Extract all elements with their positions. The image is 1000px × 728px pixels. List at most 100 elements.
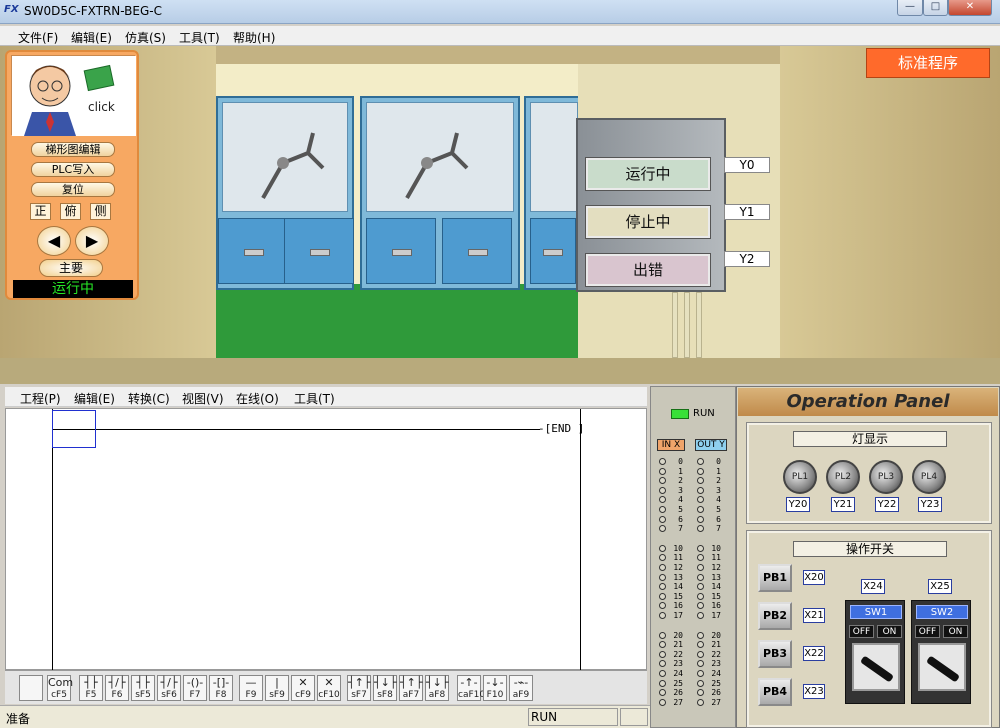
menu-help[interactable]: 帮助(H) [233, 29, 275, 46]
toolbar-key: cF10 [318, 690, 340, 700]
pushbutton-pb2[interactable]: PB2 [758, 602, 792, 630]
toolbar-button-cf10[interactable]: ✕ cF10 [317, 675, 341, 701]
front-view-button[interactable]: 正 [30, 203, 51, 220]
next-arrow-icon[interactable]: ▶ [75, 226, 109, 256]
sw2-on[interactable]: ON [943, 625, 968, 638]
input-led [659, 486, 666, 494]
output-led [697, 641, 704, 649]
output-led [697, 698, 704, 706]
sw2-input-x25: X25 [928, 579, 952, 594]
sw1-on[interactable]: ON [877, 625, 902, 638]
input-led [659, 525, 666, 533]
toolbar-button-af7[interactable]: ┤↑├ aF7 [399, 675, 423, 701]
output-number: 22 [711, 649, 721, 659]
selector-switch-2[interactable]: SW2 OFF ON [911, 600, 971, 704]
pushbutton-pb3[interactable]: PB3 [758, 640, 792, 668]
status-panel-box: 运行中 停止中 出错 [576, 118, 726, 292]
ladder-menu-tools[interactable]: 工具(T) [294, 390, 335, 407]
toolbar-button-f5[interactable]: ┤├ F5 [79, 675, 103, 701]
toolbar-button-sf8[interactable]: ┤↓├ sF8 [373, 675, 397, 701]
io-row: 26 26 [651, 688, 737, 698]
minimize-button[interactable]: — [897, 0, 923, 16]
menu-tools[interactable]: 工具(T) [179, 29, 220, 46]
ladder-menu-online[interactable]: 在线(O) [236, 390, 279, 407]
toolbar-button-cf9[interactable]: ✕ cF9 [291, 675, 315, 701]
output-number: 21 [711, 640, 721, 650]
output-led [697, 650, 704, 658]
output-number: 5 [716, 505, 721, 514]
toolbar-symbol: ✕ [324, 676, 334, 689]
sw1-knob-icon[interactable] [852, 643, 900, 691]
toolbar-key: cF9 [295, 690, 311, 700]
output-led [697, 496, 704, 504]
output-led [697, 506, 704, 513]
toolbar-button-sf5[interactable]: ┤├ sF5 [131, 675, 155, 701]
toolbar-button-sf7[interactable]: ┤↑├ sF7 [347, 675, 371, 701]
toolbar-button-f8[interactable]: -[]- F8 [209, 675, 233, 701]
menu-edit[interactable]: 编辑(E) [71, 29, 112, 46]
toolbar-symbol: | [275, 676, 279, 689]
ladder-edit-button[interactable]: 梯形图编辑 [31, 142, 115, 157]
sw2-knob-icon[interactable] [918, 643, 966, 691]
top-view-button[interactable]: 俯 [60, 203, 81, 220]
output-number: 11 [711, 553, 721, 563]
standard-program-button[interactable]: 标准程序 [866, 48, 990, 78]
toolbar-button-cf5[interactable]: Com cF5 [47, 675, 73, 701]
toolbar-key: sF6 [161, 690, 177, 700]
toolbar-button-empty[interactable] [19, 675, 43, 701]
teacher-avatar[interactable]: click [11, 55, 136, 136]
cabinet [284, 218, 354, 284]
input-number: 27 [673, 697, 683, 707]
ladder-menu-edit[interactable]: 编辑(E) [74, 390, 115, 407]
input-led [659, 496, 666, 504]
ladder-menu-convert[interactable]: 转换(C) [128, 390, 170, 407]
output-number: 25 [711, 678, 721, 688]
plc-write-button[interactable]: PLC写入 [31, 162, 115, 177]
menu-file[interactable]: 文件(F) [18, 29, 58, 46]
menu-simulate[interactable]: 仿真(S) [125, 29, 166, 46]
selector-switch-1[interactable]: SW1 OFF ON [845, 600, 905, 704]
io-row: 11 [651, 467, 737, 477]
pilot-lamp-3: PL3 [869, 460, 903, 494]
input-number: 12 [673, 563, 683, 572]
ladder-editor[interactable]: -[END ] [5, 408, 647, 671]
ladder-menu-view[interactable]: 视图(V) [182, 390, 224, 407]
toolbar-button-f7[interactable]: -()- F7 [183, 675, 207, 701]
toolbar-symbol: -↑- [460, 676, 478, 689]
sw1-off[interactable]: OFF [849, 625, 874, 638]
toolbar-button-f9[interactable]: — F9 [239, 675, 263, 701]
maximize-button[interactable]: □ [923, 0, 948, 16]
status-mode: RUN [531, 710, 558, 724]
main-button[interactable]: 主要 [39, 259, 103, 277]
output-number: 1 [716, 466, 721, 476]
side-view-button[interactable]: 侧 [90, 203, 111, 220]
toolbar-button-sf9[interactable]: | sF9 [265, 675, 289, 701]
output-number: 2 [716, 476, 721, 486]
pushbutton-pb1[interactable]: PB1 [758, 564, 792, 592]
close-button[interactable]: ✕ [948, 0, 992, 16]
pilot-lamp-4: PL4 [912, 460, 946, 494]
toolbar-button-af8[interactable]: ┤↓├ aF8 [425, 675, 449, 701]
prev-arrow-icon[interactable]: ◀ [37, 226, 71, 256]
robot-arm-icon [261, 132, 325, 199]
output-number: 20 [711, 630, 721, 640]
reset-button[interactable]: 复位 [31, 182, 115, 197]
sw2-off[interactable]: OFF [915, 625, 940, 638]
toolbar-button-f10[interactable]: -↓- F10 [483, 675, 507, 701]
end-instruction: -[END ] [538, 422, 585, 435]
toolbar-button-sf6[interactable]: ┤/├ sF6 [157, 675, 181, 701]
pushbutton-pb4[interactable]: PB4 [758, 678, 792, 706]
output-number: 0 [716, 457, 721, 466]
toolbar-button-caf10[interactable]: -↑- caF10 [457, 675, 485, 701]
ladder-menu-project[interactable]: 工程(P) [20, 390, 61, 407]
input-number: 24 [673, 669, 683, 678]
io-row: 21 21 [651, 640, 737, 650]
machine-1 [216, 96, 354, 290]
pilot-lamp-2: PL2 [826, 460, 860, 494]
io-row: 13 13 [651, 573, 737, 583]
toolbar-button-f6[interactable]: ┤/├ F6 [105, 675, 129, 701]
output-number: 6 [716, 514, 721, 524]
input-led [659, 602, 666, 610]
toolbar-button-af9[interactable]: -⌁- aF9 [509, 675, 533, 701]
edit-cursor[interactable] [52, 410, 96, 448]
